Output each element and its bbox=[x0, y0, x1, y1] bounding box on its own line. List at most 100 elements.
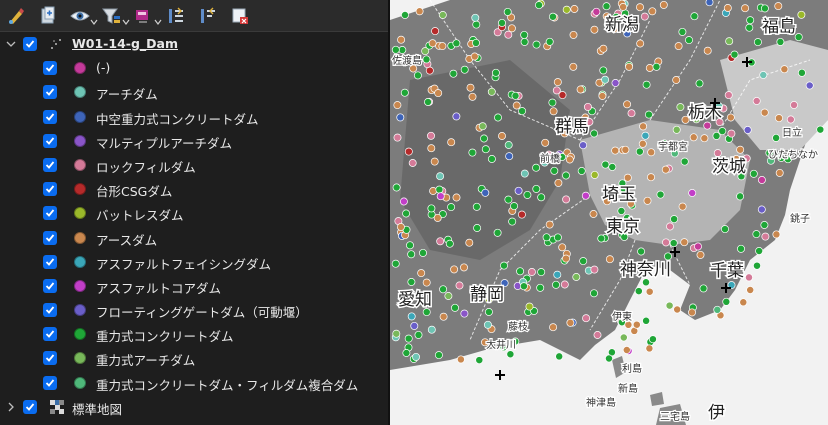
dam-marker[interactable] bbox=[465, 238, 474, 247]
legend-category-row[interactable]: 中空重力式コンクリートダム bbox=[0, 105, 388, 129]
dam-marker[interactable] bbox=[400, 88, 409, 97]
dam-marker[interactable] bbox=[397, 35, 406, 44]
dam-marker[interactable] bbox=[780, 65, 789, 74]
dam-marker[interactable] bbox=[460, 263, 468, 272]
dam-marker[interactable] bbox=[505, 152, 514, 161]
dam-marker[interactable] bbox=[481, 145, 490, 154]
dam-marker[interactable] bbox=[699, 284, 708, 293]
dam-marker[interactable] bbox=[398, 46, 407, 54]
dam-marker[interactable] bbox=[648, 335, 657, 344]
dam-marker[interactable] bbox=[549, 323, 558, 332]
dam-marker[interactable] bbox=[472, 20, 481, 29]
dam-marker[interactable] bbox=[608, 163, 617, 171]
category-checkbox[interactable] bbox=[43, 182, 57, 197]
dam-marker[interactable] bbox=[506, 350, 515, 359]
dam-marker[interactable] bbox=[393, 133, 402, 142]
dam-marker[interactable] bbox=[425, 66, 434, 75]
dam-marker[interactable] bbox=[541, 138, 550, 147]
dam-marker[interactable] bbox=[518, 107, 527, 116]
legend-category-row[interactable]: フローティングゲートダム（可動堰） bbox=[0, 298, 388, 322]
dam-marker[interactable] bbox=[619, 333, 628, 342]
dam-marker[interactable] bbox=[545, 220, 554, 229]
category-checkbox[interactable] bbox=[43, 85, 57, 100]
dam-marker[interactable] bbox=[553, 78, 562, 87]
dam-marker[interactable] bbox=[562, 254, 570, 263]
dam-marker[interactable] bbox=[772, 230, 781, 239]
dam-marker[interactable] bbox=[642, 80, 651, 89]
dam-marker[interactable] bbox=[445, 239, 454, 248]
dam-marker[interactable] bbox=[391, 259, 400, 268]
dam-marker[interactable] bbox=[525, 302, 534, 311]
dam-marker[interactable] bbox=[417, 269, 426, 278]
dam-marker[interactable] bbox=[636, 3, 644, 12]
dam-marker[interactable] bbox=[685, 36, 693, 45]
dam-marker[interactable] bbox=[623, 100, 632, 109]
dam-marker[interactable] bbox=[805, 81, 814, 90]
dam-marker[interactable] bbox=[635, 147, 644, 156]
dam-marker[interactable] bbox=[523, 190, 532, 199]
expand-all-icon[interactable] bbox=[164, 5, 188, 27]
dam-marker[interactable] bbox=[673, 305, 682, 314]
dam-marker[interactable] bbox=[406, 241, 414, 250]
dam-marker[interactable] bbox=[647, 173, 655, 182]
dam-marker[interactable] bbox=[427, 131, 435, 140]
dam-marker[interactable] bbox=[427, 325, 436, 334]
legend-category-row[interactable]: アスファルトコアダム bbox=[0, 274, 388, 298]
category-checkbox[interactable] bbox=[43, 230, 57, 245]
dam-marker[interactable] bbox=[689, 133, 698, 142]
legend-category-row[interactable]: アースダム bbox=[0, 226, 388, 250]
dam-marker[interactable] bbox=[590, 25, 599, 34]
dam-marker[interactable] bbox=[581, 191, 590, 200]
dam-marker[interactable] bbox=[597, 234, 606, 243]
filter-by-expression-icon[interactable] bbox=[132, 5, 162, 27]
dam-marker[interactable] bbox=[582, 314, 591, 323]
dam-marker[interactable] bbox=[494, 113, 502, 122]
dam-marker[interactable] bbox=[669, 239, 678, 248]
legend-category-row[interactable]: 重力式コンクリートダム・フィルダム複合ダム bbox=[0, 371, 388, 395]
legend-category-row[interactable]: 重力式コンクリートダム bbox=[0, 322, 388, 346]
dam-marker[interactable] bbox=[579, 257, 588, 266]
dam-marker[interactable] bbox=[473, 224, 482, 232]
category-checkbox[interactable] bbox=[43, 375, 57, 390]
dam-marker[interactable] bbox=[676, 103, 685, 112]
dam-marker[interactable] bbox=[645, 64, 654, 72]
dam-marker[interactable] bbox=[688, 308, 696, 317]
dam-marker[interactable] bbox=[645, 344, 654, 353]
dam-marker[interactable] bbox=[623, 173, 632, 182]
dam-marker[interactable] bbox=[510, 202, 519, 211]
dam-marker[interactable] bbox=[656, 190, 665, 199]
dam-marker[interactable] bbox=[555, 352, 564, 361]
dam-marker[interactable] bbox=[438, 11, 447, 19]
dam-marker[interactable] bbox=[512, 101, 521, 110]
dam-marker[interactable] bbox=[566, 318, 575, 327]
dam-marker[interactable] bbox=[487, 155, 496, 163]
dam-marker[interactable] bbox=[760, 221, 769, 229]
dam-marker[interactable] bbox=[599, 44, 608, 53]
dam-marker[interactable] bbox=[775, 114, 783, 123]
dam-marker[interactable] bbox=[627, 109, 636, 118]
category-checkbox[interactable] bbox=[43, 109, 57, 124]
dam-marker[interactable] bbox=[590, 289, 598, 298]
dam-marker[interactable] bbox=[434, 89, 443, 98]
dam-marker[interactable] bbox=[550, 166, 559, 175]
dam-marker[interactable] bbox=[579, 141, 588, 150]
dam-marker[interactable] bbox=[470, 52, 479, 61]
dam-marker[interactable] bbox=[447, 203, 456, 212]
dam-marker[interactable] bbox=[621, 145, 630, 154]
category-checkbox[interactable] bbox=[43, 61, 57, 76]
dam-marker[interactable] bbox=[500, 261, 508, 270]
dam-marker[interactable] bbox=[520, 37, 529, 46]
dam-marker[interactable] bbox=[396, 113, 405, 122]
dam-marker[interactable] bbox=[554, 178, 563, 187]
dam-marker[interactable] bbox=[430, 157, 439, 166]
dam-marker[interactable] bbox=[471, 13, 480, 22]
category-checkbox[interactable] bbox=[43, 351, 57, 366]
dam-marker[interactable] bbox=[407, 278, 416, 286]
dam-marker[interactable] bbox=[439, 285, 448, 294]
category-checkbox[interactable] bbox=[43, 303, 57, 318]
map-canvas[interactable]: 新潟 福島 群馬 栃木 茨城 埼玉 東京 神奈川 千葉 静岡 愛知伊 佐渡島 日立 ひたちなか 銚子 藤枝 伊東… bbox=[390, 0, 828, 425]
dam-marker[interactable] bbox=[772, 133, 781, 142]
dam-marker[interactable] bbox=[583, 102, 592, 111]
dam-marker[interactable] bbox=[611, 146, 620, 155]
dam-marker[interactable] bbox=[436, 172, 445, 181]
